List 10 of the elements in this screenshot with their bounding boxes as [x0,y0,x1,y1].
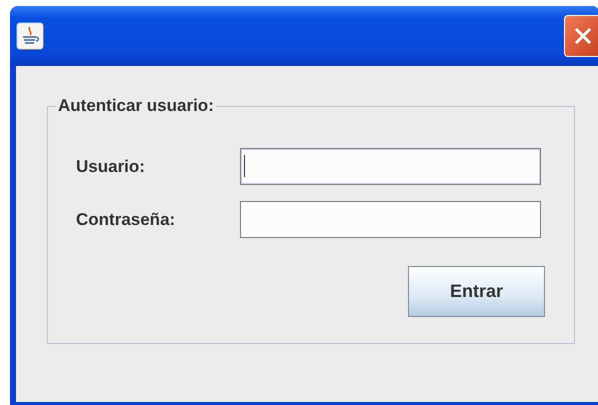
cup-icon [16,22,44,50]
group-title: Autenticar usuario: [58,96,214,115]
close-button[interactable] [564,15,598,57]
text-cursor [244,155,245,177]
submit-button[interactable]: Entrar [408,266,545,317]
field-label: Contraseña: [76,210,176,230]
text-field[interactable] [240,201,541,238]
field-label: Usuario: [76,156,146,176]
close-icon [572,26,592,46]
text-field[interactable] [240,148,541,185]
